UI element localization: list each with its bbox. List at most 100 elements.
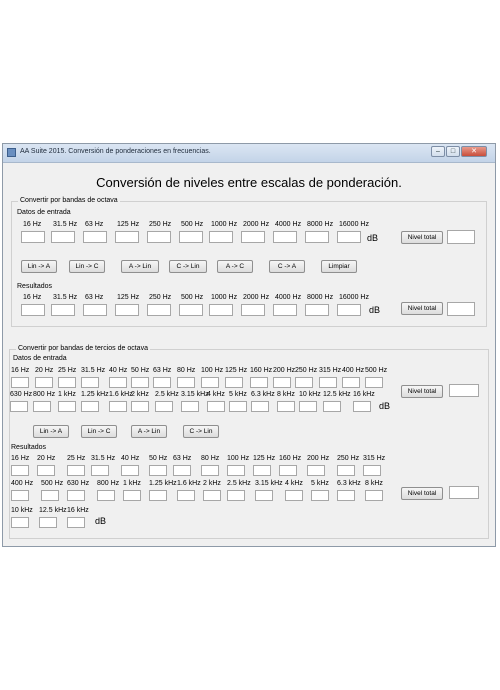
third-input-field[interactable] [177, 377, 195, 388]
octave-result-field[interactable] [209, 304, 233, 316]
third-result-field[interactable] [41, 490, 59, 501]
octave-input-field[interactable] [209, 231, 233, 243]
third-result-field[interactable] [11, 465, 29, 476]
third-input-field[interactable] [201, 377, 219, 388]
third-input-field[interactable] [131, 401, 149, 412]
third-total-input-button[interactable]: Nivel total [401, 385, 443, 398]
octave-convert-button[interactable]: C -> A [269, 260, 305, 273]
third-convert-button[interactable]: C -> Lin [183, 425, 219, 438]
third-result-field[interactable] [337, 465, 355, 476]
octave-result-field[interactable] [337, 304, 361, 316]
third-input-field[interactable] [323, 401, 341, 412]
octave-input-field[interactable] [115, 231, 139, 243]
third-result-field[interactable] [121, 465, 139, 476]
third-input-field[interactable] [273, 377, 291, 388]
third-result-field[interactable] [203, 490, 221, 501]
third-input-field[interactable] [250, 377, 268, 388]
octave-input-field[interactable] [241, 231, 265, 243]
octave-input-field[interactable] [51, 231, 75, 243]
third-input-field[interactable] [353, 401, 371, 412]
third-input-field[interactable] [81, 377, 99, 388]
third-input-field[interactable] [153, 377, 171, 388]
octave-input-field[interactable] [305, 231, 329, 243]
octave-result-field[interactable] [83, 304, 107, 316]
third-result-field[interactable] [363, 465, 381, 476]
third-result-field[interactable] [67, 465, 85, 476]
octave-input-field[interactable] [179, 231, 203, 243]
third-input-field[interactable] [81, 401, 99, 412]
octave-result-field[interactable] [305, 304, 329, 316]
third-input-field[interactable] [33, 401, 51, 412]
octave-result-field[interactable] [241, 304, 265, 316]
third-convert-button[interactable]: Lin -> C [81, 425, 117, 438]
third-input-field[interactable] [277, 401, 295, 412]
third-result-field[interactable] [149, 490, 167, 501]
third-result-field[interactable] [255, 490, 273, 501]
third-input-field[interactable] [109, 401, 127, 412]
octave-input-field[interactable] [337, 231, 361, 243]
octave-result-field[interactable] [273, 304, 297, 316]
third-input-field[interactable] [295, 377, 313, 388]
minimize-icon[interactable]: – [431, 146, 445, 157]
octave-total-input-button[interactable]: Nivel total [401, 231, 443, 244]
third-input-field[interactable] [11, 377, 29, 388]
third-input-field[interactable] [342, 377, 360, 388]
third-result-field[interactable] [67, 490, 85, 501]
third-result-field[interactable] [91, 465, 109, 476]
third-input-field[interactable] [35, 377, 53, 388]
third-input-field[interactable] [299, 401, 317, 412]
octave-result-field[interactable] [179, 304, 203, 316]
octave-convert-button[interactable]: Lin -> C [69, 260, 105, 273]
octave-result-field[interactable] [51, 304, 75, 316]
third-input-field[interactable] [131, 377, 149, 388]
octave-convert-button[interactable]: Lin -> A [21, 260, 57, 273]
third-input-field[interactable] [365, 377, 383, 388]
third-result-field[interactable] [11, 490, 29, 501]
third-total-input-field[interactable] [449, 384, 479, 397]
third-result-field[interactable] [227, 490, 245, 501]
third-result-field[interactable] [307, 465, 325, 476]
octave-total-input-field[interactable] [447, 230, 475, 244]
third-result-field[interactable] [201, 465, 219, 476]
third-total-result-field[interactable] [449, 486, 479, 499]
octave-result-field[interactable] [21, 304, 45, 316]
octave-input-field[interactable] [147, 231, 171, 243]
third-result-field[interactable] [311, 490, 329, 501]
octave-input-field[interactable] [273, 231, 297, 243]
third-input-field[interactable] [225, 377, 243, 388]
octave-result-field[interactable] [115, 304, 139, 316]
third-result-field[interactable] [123, 490, 141, 501]
maximize-icon[interactable]: □ [446, 146, 460, 157]
third-input-field[interactable] [58, 401, 76, 412]
third-result-field[interactable] [279, 465, 297, 476]
octave-input-field[interactable] [21, 231, 45, 243]
third-result-field[interactable] [365, 490, 383, 501]
third-result-field[interactable] [173, 465, 191, 476]
third-input-field[interactable] [10, 401, 28, 412]
close-icon[interactable]: ✕ [461, 146, 487, 157]
third-result-field[interactable] [37, 465, 55, 476]
third-input-field[interactable] [181, 401, 199, 412]
third-input-field[interactable] [58, 377, 76, 388]
third-input-field[interactable] [207, 401, 225, 412]
third-result-field[interactable] [337, 490, 355, 501]
third-input-field[interactable] [155, 401, 173, 412]
third-input-field[interactable] [319, 377, 337, 388]
third-result-field[interactable] [149, 465, 167, 476]
third-result-field[interactable] [227, 465, 245, 476]
third-result-field[interactable] [97, 490, 115, 501]
third-result-field[interactable] [11, 517, 29, 528]
third-input-field[interactable] [251, 401, 269, 412]
octave-convert-button[interactable]: A -> C [217, 260, 253, 273]
octave-convert-button[interactable]: C -> Lin [169, 260, 207, 273]
octave-total-result-button[interactable]: Nivel total [401, 302, 443, 315]
octave-result-field[interactable] [147, 304, 171, 316]
third-result-field[interactable] [67, 517, 85, 528]
third-result-field[interactable] [39, 517, 57, 528]
third-total-result-button[interactable]: Nivel total [401, 487, 443, 500]
octave-convert-button[interactable]: A -> Lin [121, 260, 159, 273]
third-result-field[interactable] [285, 490, 303, 501]
octave-convert-button[interactable]: Limpiar [321, 260, 357, 273]
third-result-field[interactable] [177, 490, 195, 501]
third-convert-button[interactable]: A -> Lin [131, 425, 167, 438]
